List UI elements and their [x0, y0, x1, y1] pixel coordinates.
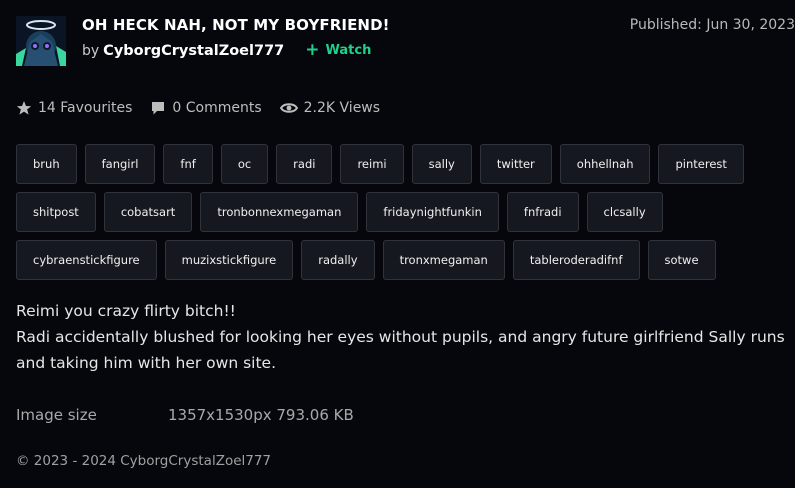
comments-stat[interactable]: 0 Comments [150, 100, 262, 116]
description: Reimi you crazy flirty bitch!! Radi acci… [16, 298, 791, 376]
star-icon [16, 101, 32, 115]
comments-count: 0 Comments [172, 100, 262, 116]
page-title: OH HECK NAH, NOT MY BOYFRIEND! [82, 16, 390, 34]
tag-cybraenstickfigure[interactable]: cybraenstickfigure [16, 240, 157, 280]
tag-twitter[interactable]: twitter [479, 144, 552, 184]
image-size-row: Image size 1357x1530px 793.06 KB [16, 406, 354, 424]
tag-bruh[interactable]: bruh [16, 144, 77, 184]
avatar[interactable] [16, 16, 66, 66]
by-label: by [82, 42, 100, 59]
tag-ohhellnah[interactable]: ohhellnah [559, 144, 651, 184]
tag-pinterest[interactable]: pinterest [658, 144, 744, 184]
tag-radi[interactable]: radi [276, 144, 333, 184]
favourites-stat[interactable]: 14 Favourites [16, 100, 132, 116]
tag-reimi[interactable]: reimi [340, 144, 404, 184]
stats-bar: 14 Favourites 0 Comments 2.2K Views [16, 100, 398, 116]
tag-oc[interactable]: oc [220, 144, 269, 184]
tag-sally[interactable]: sally [411, 144, 472, 184]
tag-shitpost[interactable]: shitpost [16, 192, 96, 232]
tag-fridaynightfunkin[interactable]: fridaynightfunkin [366, 192, 499, 232]
description-line-1: Reimi you crazy flirty bitch!! [16, 302, 236, 320]
views-stat: 2.2K Views [279, 100, 381, 116]
deviation-page: OH HECK NAH, NOT MY BOYFRIEND! by Cyborg… [0, 0, 795, 488]
tag-cobatsart[interactable]: cobatsart [103, 192, 193, 232]
image-size-value: 1357x1530px 793.06 KB [168, 406, 354, 424]
tag-muzixstickfigure[interactable]: muzixstickfigure [164, 240, 294, 280]
tag-fangirl[interactable]: fangirl [84, 144, 156, 184]
watch-button[interactable]: + Watch [305, 42, 371, 59]
favourites-count: 14 Favourites [38, 100, 133, 116]
watch-label: Watch [325, 43, 372, 58]
tag-clcsally[interactable]: clcsally [586, 192, 663, 232]
tag-list: bruh fangirl fnf oc radi reimi sally twitter ohh… [16, 144, 791, 280]
comment-icon [152, 102, 165, 115]
copyright-footer: © 2023 - 2024 CyborgCrystalZoel777 [16, 453, 272, 469]
tag-tableroderadifnf[interactable]: tableroderadifnf [512, 240, 640, 280]
views-count: 2.2K Views [303, 100, 381, 116]
description-line-2: Radi accidentally blushed for looking he… [16, 328, 785, 372]
tag-radally[interactable]: radally [301, 240, 375, 280]
avatar-image [16, 16, 66, 66]
image-size-label: Image size [16, 406, 97, 424]
published-date: Published: Jun 30, 2023 [629, 17, 795, 33]
author-link[interactable]: CyborgCrystalZoel777 [103, 43, 284, 59]
plus-icon: + [305, 40, 320, 60]
byline: by CyborgCrystalZoel777 + Watch [82, 42, 371, 59]
tag-sotwe[interactable]: sotwe [647, 240, 716, 280]
tag-fnfradi[interactable]: fnfradi [506, 192, 579, 232]
tag-fnf[interactable]: fnf [163, 144, 213, 184]
eye-icon [279, 103, 298, 113]
tag-tronxmegaman[interactable]: tronxmegaman [382, 240, 505, 280]
tag-tronbonnexmegaman[interactable]: tronbonnexmegaman [200, 192, 359, 232]
